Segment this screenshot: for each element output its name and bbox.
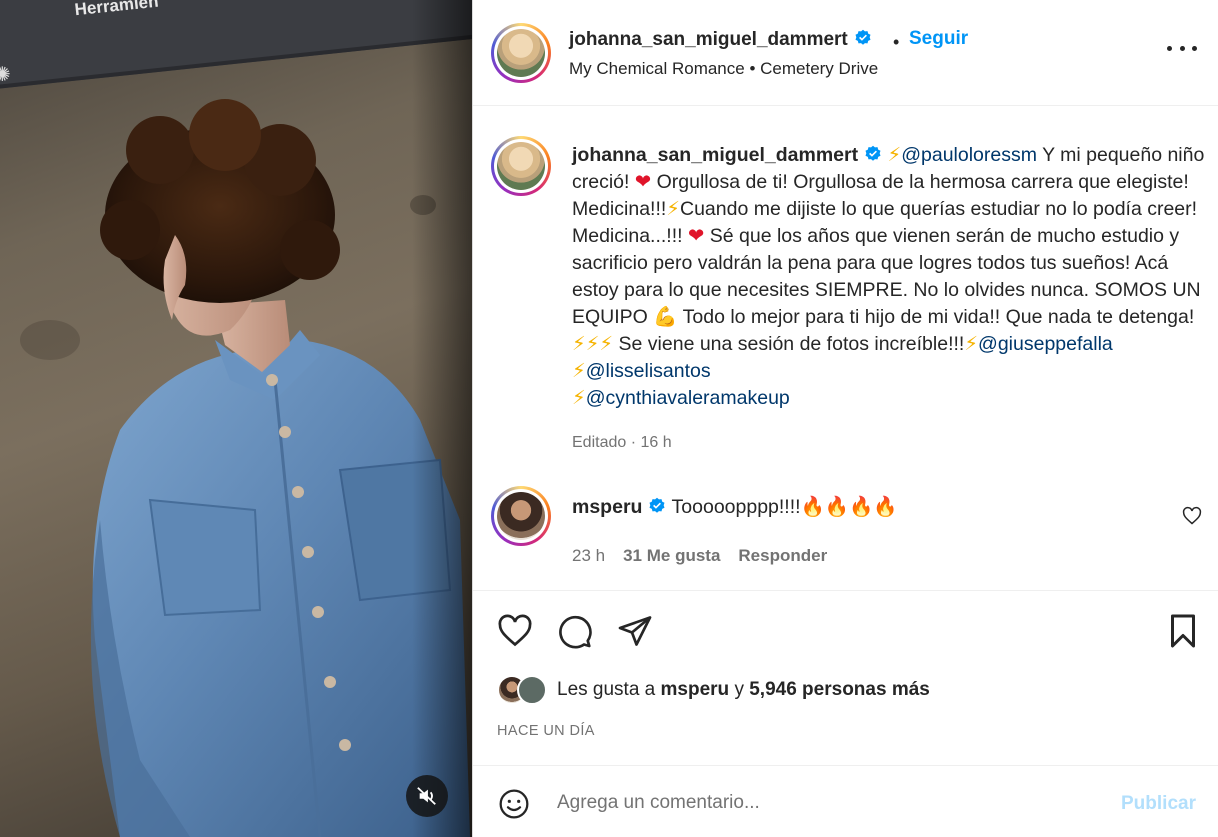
caption-segment: Se viene una sesión de fotos increíble!!… xyxy=(613,333,965,355)
author-username[interactable]: johanna_san_miguel_dammert xyxy=(569,29,872,51)
avatar-image xyxy=(497,142,545,190)
post-caption: johanna_san_miguel_dammert ⚡@pauloloress… xyxy=(473,106,1218,466)
post-media[interactable]: Herramien ✺ xyxy=(0,0,472,837)
more-dot-icon xyxy=(1192,45,1197,51)
likes-prefix: Les gusta a xyxy=(557,679,661,700)
comment-meta: 23 h 31 Me gusta Responder xyxy=(572,546,827,566)
caption-segment: Todo lo mejor para ti hijo de mi vida!! … xyxy=(677,306,1195,328)
comment-likes[interactable]: 31 Me gusta xyxy=(623,546,720,566)
avatar-image xyxy=(497,492,545,540)
likes-summary: Les gusta a msperu y 5,946 personas más xyxy=(497,675,930,705)
verified-badge-icon xyxy=(649,497,665,513)
audio-track-link[interactable]: My Chemical Romance • Cemetery Drive xyxy=(569,59,878,79)
lightning-emoji: ⚡ xyxy=(572,333,586,355)
post-actions: Les gusta a msperu y 5,946 personas más … xyxy=(473,590,1218,739)
verified-badge-icon xyxy=(855,29,871,45)
avatar-image xyxy=(497,29,545,77)
caption-text: johanna_san_miguel_dammert ⚡@pauloloress… xyxy=(572,142,1212,412)
likes-connector: y xyxy=(729,679,750,700)
heart-emoji: ❤ xyxy=(687,225,705,247)
lightning-emoji: ⚡ xyxy=(666,198,680,220)
follow-button[interactable]: Seguir xyxy=(909,28,968,50)
reply-button[interactable]: Responder xyxy=(738,546,827,566)
share-send-icon[interactable] xyxy=(617,613,653,649)
likes-count-link[interactable]: 5,946 personas más xyxy=(749,679,930,700)
verified-badge-icon xyxy=(865,145,881,161)
more-dot-icon xyxy=(1167,45,1172,51)
emoji-smiley-icon[interactable] xyxy=(498,788,530,820)
lightning-emoji: ⚡ xyxy=(572,387,586,409)
mention-link[interactable]: @lisselisantos xyxy=(586,360,711,382)
heart-emoji: ❤ xyxy=(634,171,652,193)
speaker-muted-icon xyxy=(417,787,436,805)
mention-link[interactable]: @pauloloressm xyxy=(901,144,1037,166)
comment-bubble-icon[interactable] xyxy=(557,613,593,649)
like-heart-icon[interactable] xyxy=(497,613,533,649)
comment-time: 23 h xyxy=(572,546,606,565)
more-options-button[interactable] xyxy=(1167,38,1197,58)
author-avatar[interactable] xyxy=(491,23,551,83)
lightning-emoji: ⚡ xyxy=(585,333,600,355)
post-header: johanna_san_miguel_dammert • Seguir My C… xyxy=(473,0,1218,106)
post-details-panel: johanna_san_miguel_dammert • Seguir My C… xyxy=(473,0,1218,837)
commenter-username[interactable]: msperu xyxy=(572,496,642,518)
comment-input[interactable] xyxy=(557,788,1077,818)
mention-link[interactable]: @cynthiavaleramakeup xyxy=(586,387,790,409)
lightning-emoji: ⚡ xyxy=(572,360,586,382)
media-vignette xyxy=(412,0,472,837)
save-bookmark-icon[interactable] xyxy=(1165,613,1201,649)
mention-link[interactable]: @giuseppefalla xyxy=(978,333,1113,355)
author-username-text[interactable]: johanna_san_miguel_dammert xyxy=(569,29,848,50)
caption-username[interactable]: johanna_san_miguel_dammert xyxy=(572,144,858,166)
more-dot-icon xyxy=(1179,45,1185,51)
comment-body: Tooooopppp!!!!🔥🔥🔥🔥 xyxy=(671,496,898,518)
like-comment-heart-icon[interactable] xyxy=(1182,506,1202,526)
header-separator: • xyxy=(893,32,900,52)
mute-button[interactable] xyxy=(406,775,448,817)
caption-author-avatar[interactable] xyxy=(491,136,551,196)
liker-avatar[interactable] xyxy=(517,675,547,705)
publish-button[interactable]: Publicar xyxy=(1121,793,1196,815)
commenter-avatar[interactable] xyxy=(491,486,551,546)
post-time-ago: HACE UN DÍA xyxy=(497,723,595,739)
comment-text: msperu Tooooopppp!!!!🔥🔥🔥🔥 xyxy=(572,495,898,519)
likes-text: Les gusta a msperu y 5,946 personas más xyxy=(557,679,930,701)
comment-item: msperu Tooooopppp!!!!🔥🔥🔥🔥 23 h 31 Me gus… xyxy=(473,476,1218,586)
lightning-emoji: ⚡ xyxy=(964,333,979,355)
muscle-emoji: 💪 xyxy=(653,306,678,328)
caption-timestamp: Editado · 16 h xyxy=(572,434,672,451)
add-comment-bar: Publicar xyxy=(473,765,1218,837)
likes-user-link[interactable]: msperu xyxy=(661,679,730,700)
person-photo xyxy=(90,99,471,837)
lightning-emoji: ⚡ xyxy=(887,144,902,166)
lightning-emoji: ⚡ xyxy=(599,333,614,355)
